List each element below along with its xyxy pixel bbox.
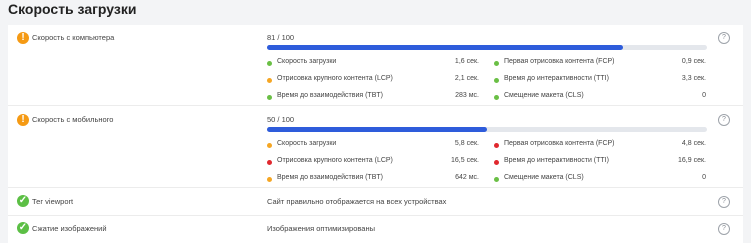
status-dot-icon [267,177,272,182]
metric-value: 4,8 сек. [681,140,706,147]
metric-name: Первая отрисовка контента (FCP) [504,58,615,65]
metric-value: 0,9 сек. [681,58,706,65]
metric-row: Время до интерактивности (TTI) 16,9 сек. [494,157,706,169]
metric-row: Отрисовка крупного контента (LCP) 2,1 сек… [267,75,479,87]
help-icon[interactable]: ? [718,196,730,208]
metric-row: Смещение макета (CLS) 0 [494,92,706,104]
status-dot-icon [494,143,499,148]
metric-name: Смещение макета (CLS) [504,92,584,99]
mobile-score-bar [267,127,707,132]
metric-name: Время до интерактивности (TTI) [504,157,609,164]
desktop-score-bar [267,45,707,50]
metric-value: 0 [702,174,706,181]
metric-row: Скорость загрузки 1,6 сек. [267,58,479,70]
metric-name: Смещение макета (CLS) [504,174,584,181]
metric-row: Отрисовка крупного контента (LCP) 16,5 се… [267,157,479,169]
viewport-status-text: Сайт правильно отображается на всех устр… [267,197,447,206]
status-dot-icon [267,95,272,100]
desktop-score-bar-fill [267,45,624,50]
metric-row: Время до интерактивности (TTI) 3,3 сек. [494,75,706,87]
metric-value: 2,1 сек. [454,75,479,82]
check-icon: ✓ [17,222,29,234]
metric-value: 283 мс. [455,92,479,99]
check-icon: ✓ [17,195,29,207]
metric-value: 1,6 сек. [454,58,479,65]
metric-row: Время до взаимодействия (TBT) 283 мс. [267,92,479,104]
desktop-score: 81 / 100 [267,33,295,42]
images-label: Сжатие изображений [32,224,107,233]
status-dot-icon [267,160,272,165]
metric-name: Отрисовка крупного контента (LCP) [277,157,393,164]
mobile-score-bar-fill [267,127,487,132]
desktop-speed-label: Скорость с компьютера [32,33,115,42]
status-dot-icon [494,95,499,100]
status-dot-icon [494,78,499,83]
help-icon[interactable]: ? [718,114,730,126]
images-status-text: Изображения оптимизированы [267,224,375,233]
metric-value: 16,9 сек. [678,157,706,164]
status-dot-icon [267,78,272,83]
metric-value: 642 мс. [455,174,479,181]
metric-name: Время до интерактивности (TTI) [504,75,609,82]
mobile-speed-label: Скорость с мобильного [32,115,114,124]
metric-name: Первая отрисовка контента (FCP) [504,140,615,147]
status-dot-icon [494,160,499,165]
row-divider [8,187,743,188]
status-dot-icon [267,143,272,148]
metric-row: Время до взаимодействия (TBT) 642 мс. [267,174,479,186]
metric-value: 16,5 сек. [451,157,479,164]
section-title: Скорость загрузки [8,1,137,17]
metric-name: Время до взаимодействия (TBT) [277,174,383,181]
warning-icon: ! [17,114,29,126]
viewport-label: Тег viewport [32,197,74,206]
metric-row: Смещение макета (CLS) 0 [494,174,706,186]
metric-value: 5,8 сек. [454,140,479,147]
metric-name: Скорость загрузки [277,58,337,65]
help-icon[interactable]: ? [718,223,730,235]
row-divider [8,105,743,106]
warning-icon: ! [17,32,29,44]
metric-name: Отрисовка крупного контента (LCP) [277,75,393,82]
mobile-score: 50 / 100 [267,115,295,124]
metric-value: 3,3 сек. [681,75,706,82]
status-dot-icon [494,177,499,182]
metric-name: Скорость загрузки [277,140,337,147]
metric-row: Скорость загрузки 5,8 сек. [267,140,479,152]
status-dot-icon [494,61,499,66]
metric-name: Время до взаимодействия (TBT) [277,92,383,99]
metric-row: Первая отрисовка контента (FCP) 4,8 сек. [494,140,706,152]
status-dot-icon [267,61,272,66]
help-icon[interactable]: ? [718,32,730,44]
metric-value: 0 [702,92,706,99]
row-divider [8,215,743,216]
metric-row: Первая отрисовка контента (FCP) 0,9 сек. [494,58,706,70]
